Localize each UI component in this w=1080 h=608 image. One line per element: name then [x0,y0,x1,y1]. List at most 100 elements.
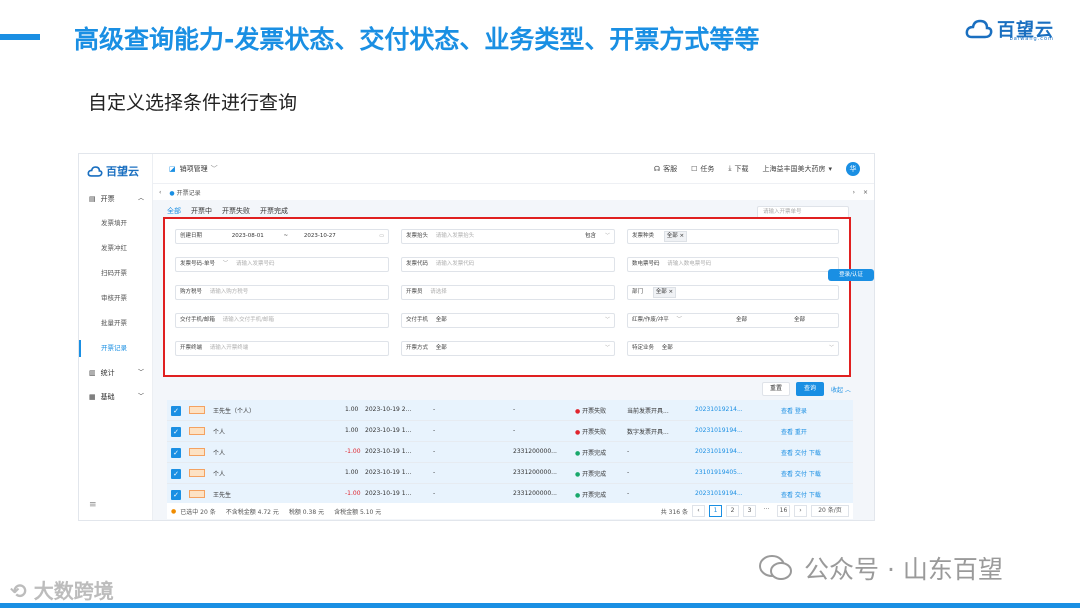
tab-in-progress[interactable]: 开票中 [191,206,212,216]
tab-done[interactable]: 开票完成 [260,206,288,216]
company-name: 上海益丰国美大药房 [762,164,826,173]
table-row[interactable]: ✓ 个人 1.00 2023-10-19 1... - - 开票失败 数字发票开具... 202… [167,421,853,442]
avatar[interactable]: 华 [846,161,860,176]
row-checkbox[interactable]: ✓ [171,469,181,479]
task-button[interactable]: ☐ 任务 [691,164,714,174]
close-icon[interactable]: × [863,189,868,196]
sidebar-group-invoice[interactable]: ▤ 开票 ︿ [79,187,152,211]
sidebar-item-fill[interactable]: 发票填开 [79,211,152,236]
cell-actions[interactable]: 查看 登录 [781,406,807,415]
app-logo: 百望云 [79,154,152,179]
chevron-left-icon[interactable]: ‹ [159,189,161,196]
invoice-code-field[interactable]: 发票代码 请输入发票代码 [401,257,615,272]
company-select[interactable]: 上海益丰国美大药房 ▾ [762,164,832,174]
cell-name: 王先生（个人） [213,408,256,415]
row-checkbox[interactable]: ✓ [171,448,181,458]
breadcrumb-item[interactable]: ● 开票记录 [169,188,200,197]
invoice-type-badge [189,490,205,498]
breadcrumb-label: 开票记录 [176,189,201,197]
sidebar-group-stats[interactable]: ▥ 统计 ﹀ [79,361,152,385]
page-1[interactable]: 1 [709,505,722,517]
chevron-up-icon: ︿ [137,195,144,202]
row-checkbox[interactable]: ✓ [171,406,181,416]
department-field[interactable]: 部门 全部 × [627,285,839,300]
page-3[interactable]: 3 [743,505,756,517]
search-button[interactable]: 查询 [796,382,824,396]
cell-name: 个人 [213,429,226,436]
invoice-number-field[interactable]: 发票号码-单号 ﹀ 请输入发票号码 [175,257,389,272]
page-size-select[interactable]: 20 条/页 [811,505,849,517]
sidebar-item-records[interactable]: 开票记录 [79,336,152,361]
special-biz-field[interactable]: 特定业务 全部 ﹀ [627,341,839,356]
module-select[interactable]: 销项管理 [180,164,208,174]
topbar: ◪ 销项管理 ﹀ ☊ 客服 ☐ 任务 ⤓ 下载 上海益丰国美大药房 ▾ 华 [153,154,874,184]
chart-icon: ▥ [89,369,96,377]
wechat-icon [759,555,792,580]
cell-actions[interactable]: 查看 交付 下载 [781,490,821,499]
number-placeholder: 请输入发票号码 [236,261,275,267]
prev-page-button[interactable]: ‹ [692,505,705,517]
download-button[interactable]: ⤓ 下载 [728,164,748,174]
cell-amount: -1.00 [345,448,361,455]
red-void-field[interactable]: 红票/作废/冲平 ﹀ 全部 全部 全部 [627,313,839,328]
table-row[interactable]: ✓ 个人 1.00 2023-10-19 1... - 2331200000... 开票完成… [167,463,853,484]
kind-value: 全部 [666,233,678,239]
table-row[interactable]: ✓ 王先生（个人） 1.00 2023-10-19 2... - - 开票失败 当前发票开具.… [167,400,853,421]
tab-failed[interactable]: 开票失败 [222,206,250,216]
issue-method-field[interactable]: 开票方式 全部 ﹀ [401,341,615,356]
sidebar-item-scan[interactable]: 扫码开票 [79,261,152,286]
doc-icon: ▤ [89,195,96,203]
reset-button[interactable]: 重置 [762,382,790,396]
cell-status: 开票完成 [575,469,606,478]
cell-c2: - [513,427,516,434]
chevron-right-icon[interactable]: › [853,189,855,196]
invoice-kind-field[interactable]: 发票种类 全部 × [627,229,839,244]
cell-actions[interactable]: 查看 重开 [781,427,807,436]
next-page-button[interactable]: › [794,505,807,517]
cell-c2: 2331200000... [513,490,557,497]
row-checkbox[interactable]: ✓ [171,427,181,437]
tabs: 全部 开票中 开票失败 开票完成 [167,206,288,216]
chevron-down-icon: ﹀ [828,345,834,351]
title-mode[interactable]: 包含 [585,230,596,243]
login-auth-button[interactable]: 登录/认证 [828,269,874,281]
buyer-tax-field[interactable]: 购方税号 请输入购方税号 [175,285,389,300]
collapse-button[interactable]: 收起 ︿ [831,385,851,394]
terminal-field[interactable]: 开票终端 请输入开票终端 [175,341,389,356]
cell-date: 2023-10-19 2... [365,406,412,413]
cell-date: 2023-10-19 1... [365,427,412,434]
sidebar-item-red[interactable]: 发票冲红 [79,236,152,261]
delivery-mode-field[interactable]: 交付手机 全部 ﹀ [401,313,615,328]
cell-actions[interactable]: 查看 交付 下载 [781,469,821,478]
table-row[interactable]: ✓ 个人 -1.00 2023-10-19 1... - 2331200000... 开票完… [167,442,853,463]
red-value-3[interactable]: 全部 [794,314,805,327]
tab-all[interactable]: 全部 [167,206,181,216]
cell-status: 开票失败 [575,427,606,436]
sidebar-group-label: 统计 [100,369,115,377]
chevron-down-icon: ﹀ [604,345,610,351]
einvoice-number-field[interactable]: 数电票号码 请输入数电票号码 [627,257,839,272]
selected-count: 已选中 20 条 [180,508,216,516]
title-field[interactable]: 发票抬头 请输入发票抬头 包含 ﹀ [401,229,615,244]
support-button[interactable]: ☊ 客服 [654,164,677,174]
title-placeholder: 请输入发票抬头 [435,233,475,239]
cell-name: 个人 [213,450,226,457]
slide: 高级查询能力-发票状态、交付状态、业务类型、开票方式等等 百望云 baiwang… [0,0,1080,608]
cell-actions[interactable]: 查看 交付 下载 [781,448,821,457]
cell-no: 23101919405... [695,469,743,476]
delivery-contact-field[interactable]: 交付手机/邮箱 请输入交付手机/邮箱 [175,313,389,328]
drawer-field[interactable]: 开票员 请选择 [401,285,615,300]
page-16[interactable]: 16 [777,505,790,517]
sidebar-item-batch[interactable]: 批量开票 [79,311,152,336]
invoice-type-badge [189,469,205,477]
table-row[interactable]: ✓ 王先生 -1.00 2023-10-19 1... - 2331200000... 开票… [167,484,853,505]
menu-icon[interactable]: ≡ [89,500,97,510]
sidebar-group-basic[interactable]: ▦ 基础 ﹀ [79,385,152,409]
sidebar-item-review[interactable]: 审核开票 [79,286,152,311]
app-screenshot: 百望云 ▤ 开票 ︿ 发票填开 发票冲红 扫码开票 审核开票 批量开票 开票记录 ▥… [78,153,875,521]
cloud-icon [87,165,103,177]
date-range-field[interactable]: 创建日期 2023-08-01 ~ 2023-10-27 ▭ [175,229,389,244]
red-value-2[interactable]: 全部 [736,314,747,327]
page-2[interactable]: 2 [726,505,739,517]
row-checkbox[interactable]: ✓ [171,490,181,500]
